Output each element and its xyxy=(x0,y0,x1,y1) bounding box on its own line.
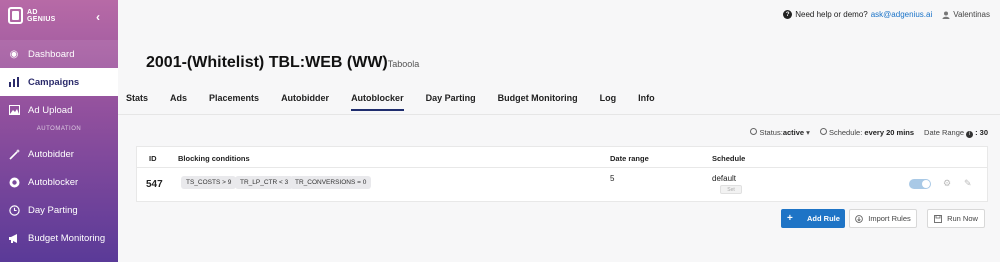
bar-chart-icon xyxy=(8,76,20,88)
section-label: AUTOMATION xyxy=(36,126,82,132)
sidebar-item-budget-monitoring[interactable]: Budget Monitoring xyxy=(0,224,118,252)
plus-icon: + xyxy=(787,213,793,224)
magic-wand-icon xyxy=(8,148,20,160)
user-menu[interactable]: Valentinas xyxy=(942,10,990,19)
run-now-button[interactable]: Run Now xyxy=(927,209,985,228)
help-text: Need help or demo? xyxy=(795,10,868,19)
status-value: active xyxy=(782,128,805,138)
sidebar-item-day-parting[interactable]: Day Parting xyxy=(0,196,118,224)
question-icon: ? xyxy=(783,10,793,19)
sidebar-item-label: Campaigns xyxy=(28,76,80,88)
rule-enabled-toggle[interactable] xyxy=(909,179,931,189)
top-bar: ? Need help or demo? ask@adgenius.ai Val… xyxy=(783,10,990,19)
tab-autobidder[interactable]: Autobidder xyxy=(281,93,329,111)
save-icon xyxy=(934,214,943,223)
tab-day-parting[interactable]: Day Parting xyxy=(426,93,476,111)
tab-bar: Stats Ads Placements Autobidder Autobloc… xyxy=(126,93,677,111)
date-range-info: Date Range i: 30 xyxy=(924,128,988,138)
logo-icon xyxy=(8,7,23,24)
condition-chip: TS_COSTS > 9 xyxy=(181,176,237,189)
add-rule-button[interactable]: + Add Rule xyxy=(781,209,845,228)
logo-line2: GENIUS xyxy=(27,15,56,23)
settings-icon[interactable]: ⚙ xyxy=(943,178,951,189)
rule-schedule: default xyxy=(712,174,737,183)
status-icon xyxy=(750,128,758,136)
tab-budget-monitoring[interactable]: Budget Monitoring xyxy=(498,93,578,111)
sidebar: AD GENIUS ‹ ◉ Dashboard Campaigns Ad Upl… xyxy=(0,0,118,262)
rule-id: 547 xyxy=(146,179,163,190)
tab-log[interactable]: Log xyxy=(600,93,617,111)
tab-stats[interactable]: Stats xyxy=(126,93,148,111)
tab-placements[interactable]: Placements xyxy=(209,93,259,111)
sidebar-item-autobidder[interactable]: Autobidder xyxy=(0,140,118,168)
clock-icon xyxy=(8,204,20,216)
user-icon xyxy=(942,11,950,19)
status-dropdown[interactable]: Status:active ▾ xyxy=(750,128,810,137)
condition-chip: TR_LP_CTR < 3 xyxy=(235,176,294,189)
support-email-link[interactable]: ask@adgenius.ai xyxy=(871,10,933,19)
campaign-network: Taboola xyxy=(387,59,420,69)
tab-ads[interactable]: Ads xyxy=(170,93,187,111)
sidebar-item-label: Autobidder xyxy=(28,148,74,160)
column-header-date-range: Date range xyxy=(610,154,649,163)
page-title: 2001-(Whitelist) TBL:WEB (WW)Taboola xyxy=(146,54,419,72)
campaign-name: 2001-(Whitelist) TBL:WEB (WW) xyxy=(146,54,388,71)
image-icon xyxy=(8,104,20,116)
date-range-value: : 30 xyxy=(975,128,988,137)
chevron-left-icon[interactable]: ‹ xyxy=(96,10,100,24)
sidebar-item-label: Autoblocker xyxy=(28,176,79,188)
edit-icon[interactable]: ✎ xyxy=(964,178,972,189)
user-name: Valentinas xyxy=(953,10,990,19)
schedule-info: Schedule: every 20 mins xyxy=(819,128,915,138)
dashboard-icon: ◉ xyxy=(9,48,19,60)
table-row: 547 TS_COSTS > 9 TR_LP_CTR < 3 TR_CONVER… xyxy=(136,168,988,202)
block-icon xyxy=(8,176,20,188)
logo[interactable]: AD GENIUS xyxy=(8,7,56,24)
sidebar-item-autoblocker[interactable]: Autoblocker xyxy=(0,168,118,196)
rule-date-range: 5 xyxy=(610,174,615,183)
info-icon[interactable]: i xyxy=(966,130,974,138)
set-schedule-button[interactable]: Set xyxy=(720,185,742,194)
import-rules-button[interactable]: Import Rules xyxy=(849,209,917,228)
tab-info[interactable]: Info xyxy=(638,93,655,111)
help-section: ? Need help or demo? ask@adgenius.ai xyxy=(783,10,932,19)
column-header-id: ID xyxy=(149,154,157,163)
sidebar-item-label: Budget Monitoring xyxy=(28,232,106,244)
column-header-schedule: Schedule xyxy=(712,154,746,163)
rules-table-header: ID Blocking conditions Date range Schedu… xyxy=(136,146,988,168)
logo-line1: AD xyxy=(27,8,38,16)
sidebar-item-campaigns[interactable]: Campaigns xyxy=(0,68,118,96)
tabs-divider xyxy=(118,114,1000,115)
column-header-conditions: Blocking conditions xyxy=(178,154,250,163)
sidebar-item-label: Ad Upload xyxy=(28,104,73,116)
megaphone-icon xyxy=(8,232,20,244)
sidebar-item-label: Dashboard xyxy=(28,48,75,60)
import-icon xyxy=(855,214,864,223)
clock-icon xyxy=(819,128,827,136)
sidebar-item-ad-upload[interactable]: Ad Upload xyxy=(0,96,118,124)
tab-autoblocker[interactable]: Autoblocker xyxy=(351,93,404,111)
schedule-value: every 20 mins xyxy=(864,128,915,138)
sidebar-item-label: Day Parting xyxy=(28,204,78,216)
condition-chip: TR_CONVERSIONS = 0 xyxy=(290,176,372,189)
sidebar-item-dashboard[interactable]: ◉ Dashboard xyxy=(0,40,118,68)
rule-status-bar: Status:active ▾ Schedule: every 20 mins … xyxy=(750,128,988,138)
